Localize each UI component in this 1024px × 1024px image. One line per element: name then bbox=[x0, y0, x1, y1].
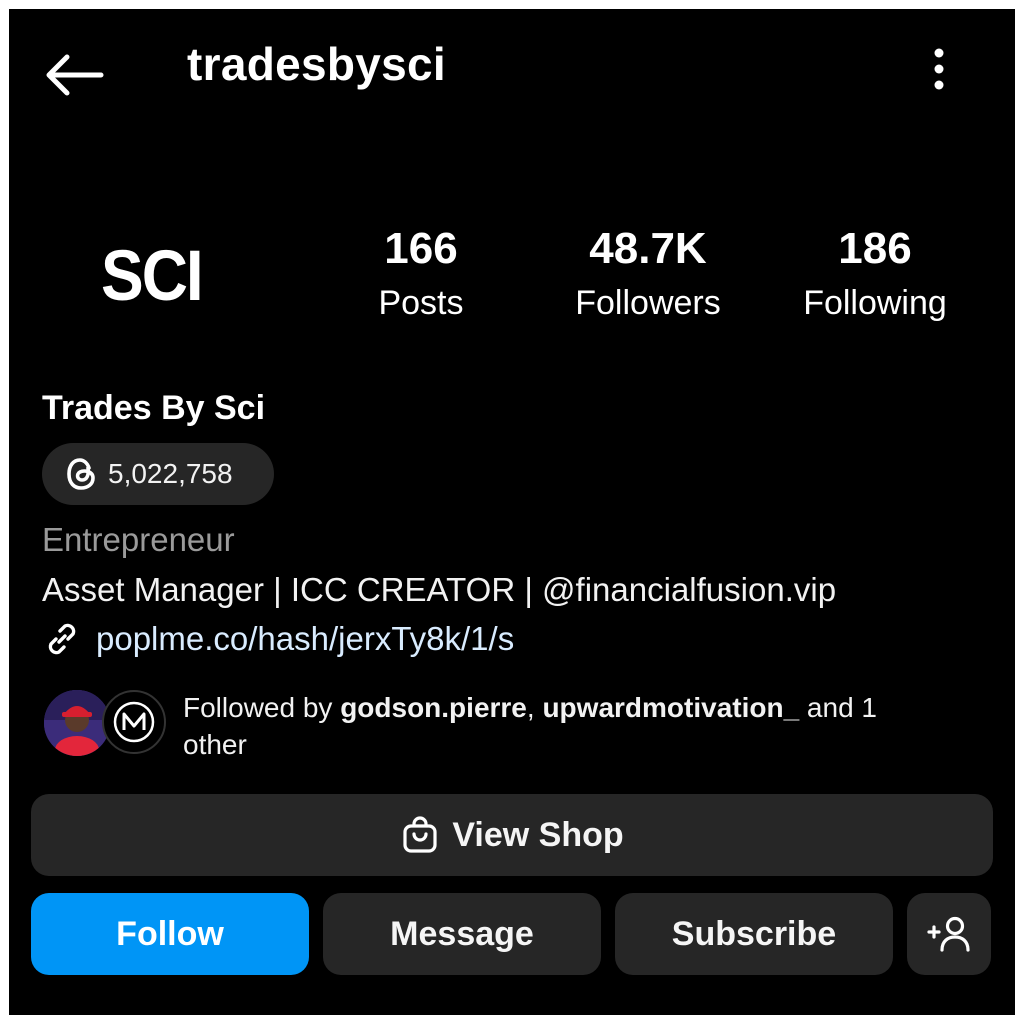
profile-bio: Asset Manager | ICC CREATOR | @financial… bbox=[42, 571, 837, 608]
followers-count: 48.7K bbox=[589, 224, 707, 273]
posts-label: Posts bbox=[378, 284, 464, 322]
followed-by-text[interactable]: Followed by godson.pierre, upwardmotivat… bbox=[183, 689, 943, 763]
view-shop-label: View Shop bbox=[452, 815, 624, 854]
view-shop-button[interactable]: View Shop bbox=[31, 794, 993, 876]
back-button[interactable] bbox=[39, 47, 109, 103]
kebab-menu-icon bbox=[934, 48, 944, 90]
following-label: Following bbox=[803, 284, 947, 322]
threads-count: 5,022,758 bbox=[108, 458, 233, 489]
display-name: Trades By Sci bbox=[42, 389, 266, 427]
mutual-follower-2[interactable]: upwardmotivation_ bbox=[542, 692, 799, 723]
follow-button[interactable]: Follow bbox=[31, 893, 309, 975]
link-icon bbox=[48, 623, 76, 655]
followed-by-prefix: Followed by bbox=[183, 692, 341, 723]
profile-screen: tradesbysci SCI 166 Posts 48.7K Follower… bbox=[9, 9, 1015, 1015]
arrow-left-icon bbox=[46, 54, 104, 96]
add-person-icon bbox=[927, 916, 970, 952]
profile-category: Entrepreneur bbox=[42, 521, 235, 558]
profile-username: tradesbysci bbox=[187, 38, 446, 90]
followers-label: Followers bbox=[575, 284, 721, 322]
message-label: Message bbox=[390, 914, 534, 953]
more-options-button[interactable] bbox=[914, 39, 964, 99]
profile-avatar[interactable]: SCI bbox=[101, 234, 204, 317]
mutual-follower-avatar-logo bbox=[102, 690, 166, 754]
message-button[interactable]: Message bbox=[323, 893, 601, 975]
subscribe-button[interactable]: Subscribe bbox=[615, 893, 893, 975]
posts-count: 166 bbox=[384, 224, 458, 273]
subscribe-label: Subscribe bbox=[671, 914, 837, 953]
suggested-accounts-button[interactable] bbox=[907, 893, 991, 975]
shopping-bag-icon bbox=[403, 816, 437, 853]
threads-badge[interactable]: 5,022,758 bbox=[42, 443, 274, 505]
follow-label: Follow bbox=[116, 914, 224, 953]
threads-icon bbox=[67, 458, 95, 490]
profile-link-url: poplme.co/hash/jerxTy8k/1/s bbox=[96, 620, 515, 657]
followers-stat[interactable]: 48.7K Followers bbox=[548, 224, 748, 326]
posts-stat[interactable]: 166 Posts bbox=[321, 224, 521, 326]
profile-link[interactable]: poplme.co/hash/jerxTy8k/1/s bbox=[42, 619, 514, 659]
followed-by-separator: , bbox=[526, 692, 543, 723]
mutual-follower-1[interactable]: godson.pierre bbox=[340, 692, 527, 723]
following-stat[interactable]: 186 Following bbox=[775, 224, 975, 326]
mutual-followers-avatars[interactable] bbox=[42, 688, 172, 758]
following-count: 186 bbox=[838, 224, 912, 273]
